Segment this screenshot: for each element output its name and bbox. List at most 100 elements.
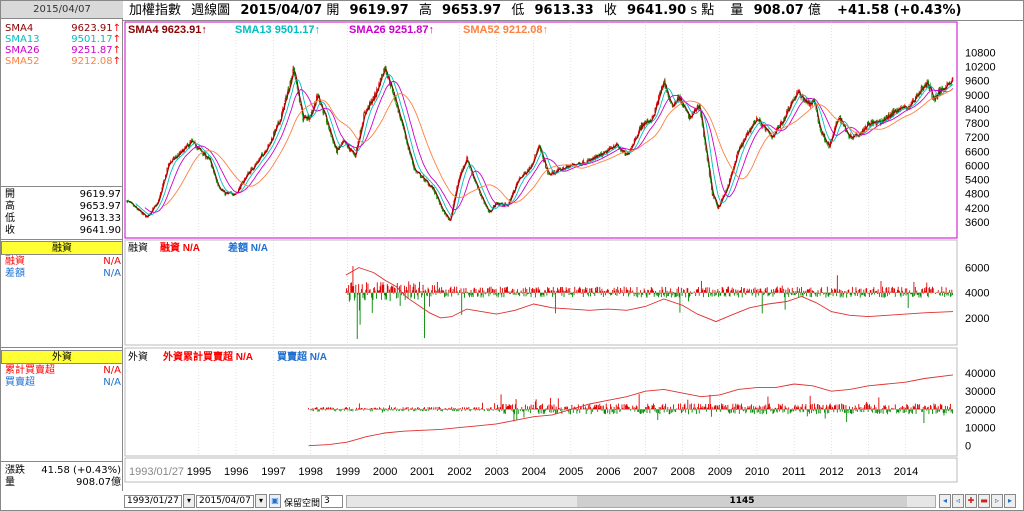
margin-y-tick: 2000 — [965, 313, 989, 325]
x-tick-label: 2008 — [671, 466, 695, 478]
legend-sma52: SMA52 9212.08↑ — [463, 24, 548, 36]
quote-change: +41.58 (+0.43%) — [837, 3, 962, 18]
price-y-tick: 4200 — [965, 203, 989, 215]
chart-area[interactable]: 3600 4200 4800 5400 6000 6600 7200 7800 8400 9000… — [123, 21, 1023, 493]
change-value: 41.58 (+0.43%) — [41, 465, 121, 476]
foreign-y-tick: 30000 — [965, 386, 996, 398]
foreign-net-label: 買賣超 — [5, 377, 35, 388]
price-y-tick: 10200 — [965, 62, 996, 74]
low-row: 低 9613.33 — [5, 213, 121, 224]
candle-body — [484, 203, 486, 205]
start-date-dropdown-icon[interactable]: ▾ — [183, 494, 195, 508]
low-label: 低 — [5, 213, 15, 224]
volume-label: 量 — [5, 477, 15, 488]
candle-body — [196, 149, 198, 150]
x-tick-label: 2007 — [633, 466, 657, 478]
nav-next-icon[interactable]: ▹ — [991, 494, 1003, 508]
change-row: 漲跌 41.58 (+0.43%) — [5, 465, 121, 476]
foreign-y-tick: 0 — [965, 441, 971, 453]
sma13-label: SMA13 — [5, 34, 40, 45]
end-date-dropdown-icon[interactable]: ▾ — [255, 494, 267, 508]
quote-close: 收 9641.90 s 點 — [603, 3, 715, 18]
close-label: 收 — [5, 225, 15, 236]
x-tick-label: 2003 — [484, 466, 508, 478]
x-tick-label: 2010 — [745, 466, 769, 478]
zoom-in-icon[interactable]: ✚ — [965, 494, 977, 508]
legend-sma4: SMA4 9623.91↑ — [128, 24, 207, 36]
divider — [1, 239, 123, 240]
candle-body — [886, 115, 888, 118]
candle-body — [843, 125, 845, 127]
margin-y-tick: 4000 — [965, 288, 989, 300]
x-tick-label: 1995 — [187, 466, 211, 478]
volume-value: 908.07億 — [76, 477, 121, 488]
sma26-value: 9251.87↑ — [71, 45, 121, 56]
foreign-y-tick: 40000 — [965, 368, 996, 380]
candle-body — [743, 139, 745, 142]
margin-diff-value: N/A — [103, 268, 121, 279]
candle-body — [334, 146, 336, 148]
price-y-tick: 9000 — [965, 90, 989, 102]
price-y-tick: 8400 — [965, 104, 989, 116]
keep-space-label: 保留空間 — [284, 499, 321, 509]
scrollbar-thumb[interactable]: 1145 — [577, 496, 907, 507]
candle-body — [299, 102, 301, 104]
foreign-section-title: 外資 — [1, 350, 123, 364]
quote-open: 開 9619.97 — [326, 3, 409, 18]
divider — [1, 347, 123, 348]
x-tick-label: 2014 — [894, 466, 918, 478]
candle-body — [829, 146, 831, 148]
x-tick-label: 1999 — [336, 466, 360, 478]
quote-low: 低 9613.33 — [511, 3, 594, 18]
candle-body — [756, 118, 758, 120]
calendar-icon[interactable]: ▣ — [269, 494, 281, 508]
chart-window: 2015/04/07 SMA4 9623.91↑ SMA13 9501.17↑ … — [0, 0, 1024, 511]
x-tick-label: 2004 — [522, 466, 546, 478]
price-y-tick: 4800 — [965, 189, 989, 201]
price-y-tick: 9600 — [965, 76, 989, 88]
start-date-field[interactable]: 1993/01/27 — [124, 495, 182, 508]
candle-body — [655, 107, 657, 109]
quote-date: 2015/04/07 — [240, 3, 323, 18]
candle-body — [765, 128, 767, 131]
sma4-label: SMA4 — [5, 23, 34, 34]
x-tick-label: 2006 — [596, 466, 620, 478]
sma4-row: SMA4 9623.91↑ — [5, 23, 121, 34]
end-date-field[interactable]: 2015/04/07 — [196, 495, 254, 508]
time-scrollbar[interactable]: 1145 — [346, 495, 936, 508]
candle-body — [800, 97, 802, 99]
nav-last-icon[interactable]: ▸ — [1004, 494, 1016, 508]
candle-body — [884, 116, 886, 119]
chart-period: 週線圖 — [191, 3, 231, 18]
nav-first-icon[interactable]: ◂ — [939, 494, 951, 508]
legend-sma26: SMA26 9251.87↑ — [349, 24, 434, 36]
navigator-bar: 1993/01/27 ▾ 2015/04/07 ▾ ▣ 保留空間 3 1145 … — [123, 493, 1023, 510]
candle-body — [736, 152, 738, 155]
sma52-label: SMA52 — [5, 56, 40, 67]
price-y-tick: 7200 — [965, 132, 989, 144]
index-name: 加權指數 — [129, 3, 182, 18]
foreign-cum-label: 累計買賣超 — [5, 365, 55, 376]
sma4-value: 9623.91↑ — [71, 23, 121, 34]
low-value: 9613.33 — [79, 213, 121, 224]
margin-section-title: 融資 — [1, 241, 123, 255]
price-y-tick: 10800 — [965, 47, 996, 59]
x-tick-label: 1998 — [298, 466, 322, 478]
x-tick-label: 2009 — [708, 466, 732, 478]
nav-prev-icon[interactable]: ◃ — [952, 494, 964, 508]
keep-space-field[interactable]: 3 — [321, 495, 343, 508]
price-y-tick: 6000 — [965, 160, 989, 172]
info-panel: 2015/04/07 SMA4 9623.91↑ SMA13 9501.17↑ … — [1, 1, 123, 491]
foreign-legend-title: 外資 — [128, 351, 148, 363]
high-row: 高 9653.97 — [5, 201, 121, 212]
zoom-out-icon[interactable]: ▬ — [978, 494, 990, 508]
close-row: 收 9641.90 — [5, 225, 121, 236]
price-y-tick: 3600 — [965, 217, 989, 229]
x-tick-label: 2013 — [857, 466, 881, 478]
open-value: 9619.97 — [79, 189, 121, 200]
sma52-value: 9212.08↑ — [71, 56, 121, 67]
x-tick-label: 2001 — [410, 466, 434, 478]
volume-row: 量 908.07億 — [5, 477, 121, 488]
x-tick-label: 1993/01/27 — [129, 466, 184, 478]
margin-legend-title: 融資 — [128, 242, 148, 254]
